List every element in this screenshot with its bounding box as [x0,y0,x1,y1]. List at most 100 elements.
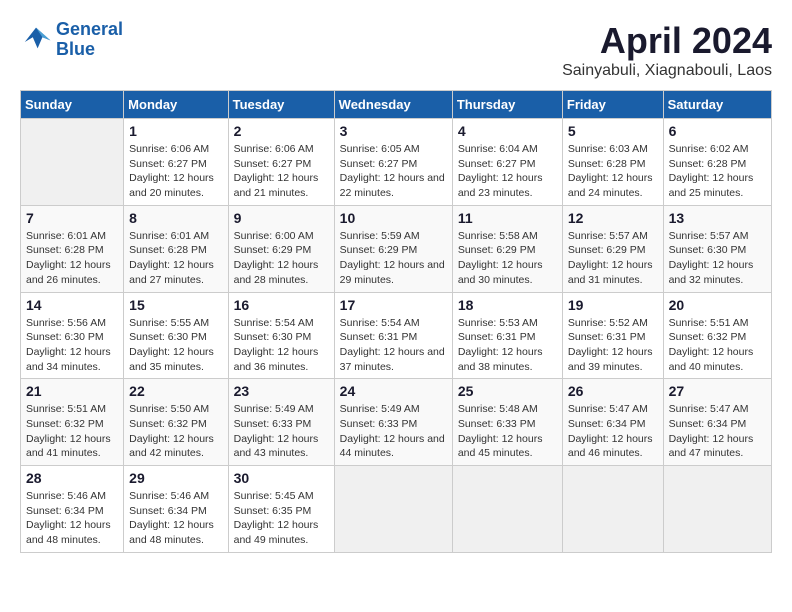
day-cell: 14Sunrise: 5:56 AMSunset: 6:30 PMDayligh… [21,292,124,379]
day-info: Sunrise: 5:49 AMSunset: 6:33 PMDaylight:… [234,402,329,461]
day-cell: 20Sunrise: 5:51 AMSunset: 6:32 PMDayligh… [663,292,771,379]
day-cell: 30 Sunrise: 5:45 AMSunset: 6:35 PMDayligh… [228,466,334,553]
day-number: 10 [340,210,447,226]
header: General Blue April 2024 Sainyabuli, Xiag… [20,20,772,80]
day-number: 30 [234,470,329,486]
day-info: Sunrise: 5:46 AMSunset: 6:34 PMDaylight:… [129,489,222,548]
day-number: 22 [129,383,222,399]
logo-icon [20,26,52,54]
day-info: Sunrise: 5:45 AMSunset: 6:35 PMDaylight:… [234,489,329,548]
day-number: 3 [340,123,447,139]
day-number: 7 [26,210,118,226]
day-info: Sunrise: 5:50 AMSunset: 6:32 PMDaylight:… [129,402,222,461]
week-row-3: 14Sunrise: 5:56 AMSunset: 6:30 PMDayligh… [21,292,772,379]
day-cell: 23Sunrise: 5:49 AMSunset: 6:33 PMDayligh… [228,379,334,466]
week-row-4: 21 Sunrise: 5:51 AMSunset: 6:32 PMDayligh… [21,379,772,466]
day-number: 27 [669,383,766,399]
day-info: Sunrise: 6:01 AMSunset: 6:28 PMDaylight:… [129,229,222,288]
day-info: Sunrise: 6:02 AMSunset: 6:28 PMDaylight:… [669,142,766,201]
day-info: Sunrise: 5:54 AMSunset: 6:31 PMDaylight:… [340,316,447,375]
month-title: April 2024 [562,20,772,62]
day-number: 6 [669,123,766,139]
day-number: 8 [129,210,222,226]
day-cell: 16 Sunrise: 5:54 AMSunset: 6:30 PMDayligh… [228,292,334,379]
day-cell: 19 Sunrise: 5:52 AMSunset: 6:31 PMDayligh… [562,292,663,379]
day-cell: 3 Sunrise: 6:05 AMSunset: 6:27 PMDaylight… [334,119,452,206]
day-cell: 8 Sunrise: 6:01 AMSunset: 6:28 PMDaylight… [124,205,228,292]
day-info: Sunrise: 6:06 AMSunset: 6:27 PMDaylight:… [234,142,329,201]
day-cell: 5 Sunrise: 6:03 AMSunset: 6:28 PMDaylight… [562,119,663,206]
title-area: April 2024 Sainyabuli, Xiagnabouli, Laos [562,20,772,80]
day-cell: 29 Sunrise: 5:46 AMSunset: 6:34 PMDayligh… [124,466,228,553]
day-info: Sunrise: 5:46 AMSunset: 6:34 PMDaylight:… [26,489,118,548]
logo: General Blue [20,20,123,60]
day-number: 28 [26,470,118,486]
day-cell: 6 Sunrise: 6:02 AMSunset: 6:28 PMDaylight… [663,119,771,206]
day-number: 4 [458,123,557,139]
day-cell: 26Sunrise: 5:47 AMSunset: 6:34 PMDayligh… [562,379,663,466]
day-cell: 28 Sunrise: 5:46 AMSunset: 6:34 PMDayligh… [21,466,124,553]
column-header-friday: Friday [562,91,663,119]
logo-text: General Blue [56,20,123,60]
day-number: 19 [568,297,658,313]
day-cell: 15Sunrise: 5:55 AMSunset: 6:30 PMDayligh… [124,292,228,379]
day-number: 29 [129,470,222,486]
week-row-1: 1 Sunrise: 6:06 AMSunset: 6:27 PMDaylight… [21,119,772,206]
day-cell: 4 Sunrise: 6:04 AMSunset: 6:27 PMDaylight… [452,119,562,206]
day-info: Sunrise: 5:54 AMSunset: 6:30 PMDaylight:… [234,316,329,375]
day-cell: 27Sunrise: 5:47 AMSunset: 6:34 PMDayligh… [663,379,771,466]
day-number: 16 [234,297,329,313]
day-info: Sunrise: 5:52 AMSunset: 6:31 PMDaylight:… [568,316,658,375]
day-cell [452,466,562,553]
day-info: Sunrise: 5:57 AMSunset: 6:29 PMDaylight:… [568,229,658,288]
day-number: 14 [26,297,118,313]
day-cell: 22 Sunrise: 5:50 AMSunset: 6:32 PMDayligh… [124,379,228,466]
day-info: Sunrise: 6:04 AMSunset: 6:27 PMDaylight:… [458,142,557,201]
day-cell: 24 Sunrise: 5:49 AMSunset: 6:33 PMDayligh… [334,379,452,466]
day-info: Sunrise: 6:06 AMSunset: 6:27 PMDaylight:… [129,142,222,201]
day-cell [663,466,771,553]
day-info: Sunrise: 5:51 AMSunset: 6:32 PMDaylight:… [669,316,766,375]
day-number: 15 [129,297,222,313]
location-subtitle: Sainyabuli, Xiagnabouli, Laos [562,62,772,80]
day-cell: 17 Sunrise: 5:54 AMSunset: 6:31 PMDayligh… [334,292,452,379]
day-number: 13 [669,210,766,226]
week-row-5: 28 Sunrise: 5:46 AMSunset: 6:34 PMDayligh… [21,466,772,553]
column-header-saturday: Saturday [663,91,771,119]
day-info: Sunrise: 5:49 AMSunset: 6:33 PMDaylight:… [340,402,447,461]
day-number: 12 [568,210,658,226]
column-header-tuesday: Tuesday [228,91,334,119]
day-number: 21 [26,383,118,399]
day-cell: 2 Sunrise: 6:06 AMSunset: 6:27 PMDaylight… [228,119,334,206]
column-header-thursday: Thursday [452,91,562,119]
day-cell: 9 Sunrise: 6:00 AMSunset: 6:29 PMDaylight… [228,205,334,292]
day-info: Sunrise: 5:57 AMSunset: 6:30 PMDaylight:… [669,229,766,288]
day-cell: 13 Sunrise: 5:57 AMSunset: 6:30 PMDayligh… [663,205,771,292]
day-number: 24 [340,383,447,399]
day-number: 9 [234,210,329,226]
day-cell: 1 Sunrise: 6:06 AMSunset: 6:27 PMDaylight… [124,119,228,206]
day-cell [334,466,452,553]
day-info: Sunrise: 5:53 AMSunset: 6:31 PMDaylight:… [458,316,557,375]
day-number: 11 [458,210,557,226]
day-info: Sunrise: 5:59 AMSunset: 6:29 PMDaylight:… [340,229,447,288]
column-header-wednesday: Wednesday [334,91,452,119]
day-cell: 12 Sunrise: 5:57 AMSunset: 6:29 PMDayligh… [562,205,663,292]
day-cell [562,466,663,553]
day-cell: 11 Sunrise: 5:58 AMSunset: 6:29 PMDayligh… [452,205,562,292]
day-info: Sunrise: 5:47 AMSunset: 6:34 PMDaylight:… [568,402,658,461]
day-number: 2 [234,123,329,139]
day-info: Sunrise: 5:48 AMSunset: 6:33 PMDaylight:… [458,402,557,461]
day-info: Sunrise: 6:03 AMSunset: 6:28 PMDaylight:… [568,142,658,201]
day-cell: 25Sunrise: 5:48 AMSunset: 6:33 PMDayligh… [452,379,562,466]
day-info: Sunrise: 5:51 AMSunset: 6:32 PMDaylight:… [26,402,118,461]
day-number: 18 [458,297,557,313]
day-number: 17 [340,297,447,313]
column-header-monday: Monday [124,91,228,119]
day-number: 5 [568,123,658,139]
day-info: Sunrise: 5:58 AMSunset: 6:29 PMDaylight:… [458,229,557,288]
week-row-2: 7 Sunrise: 6:01 AMSunset: 6:28 PMDaylight… [21,205,772,292]
day-info: Sunrise: 6:00 AMSunset: 6:29 PMDaylight:… [234,229,329,288]
day-info: Sunrise: 6:05 AMSunset: 6:27 PMDaylight:… [340,142,447,201]
day-number: 1 [129,123,222,139]
